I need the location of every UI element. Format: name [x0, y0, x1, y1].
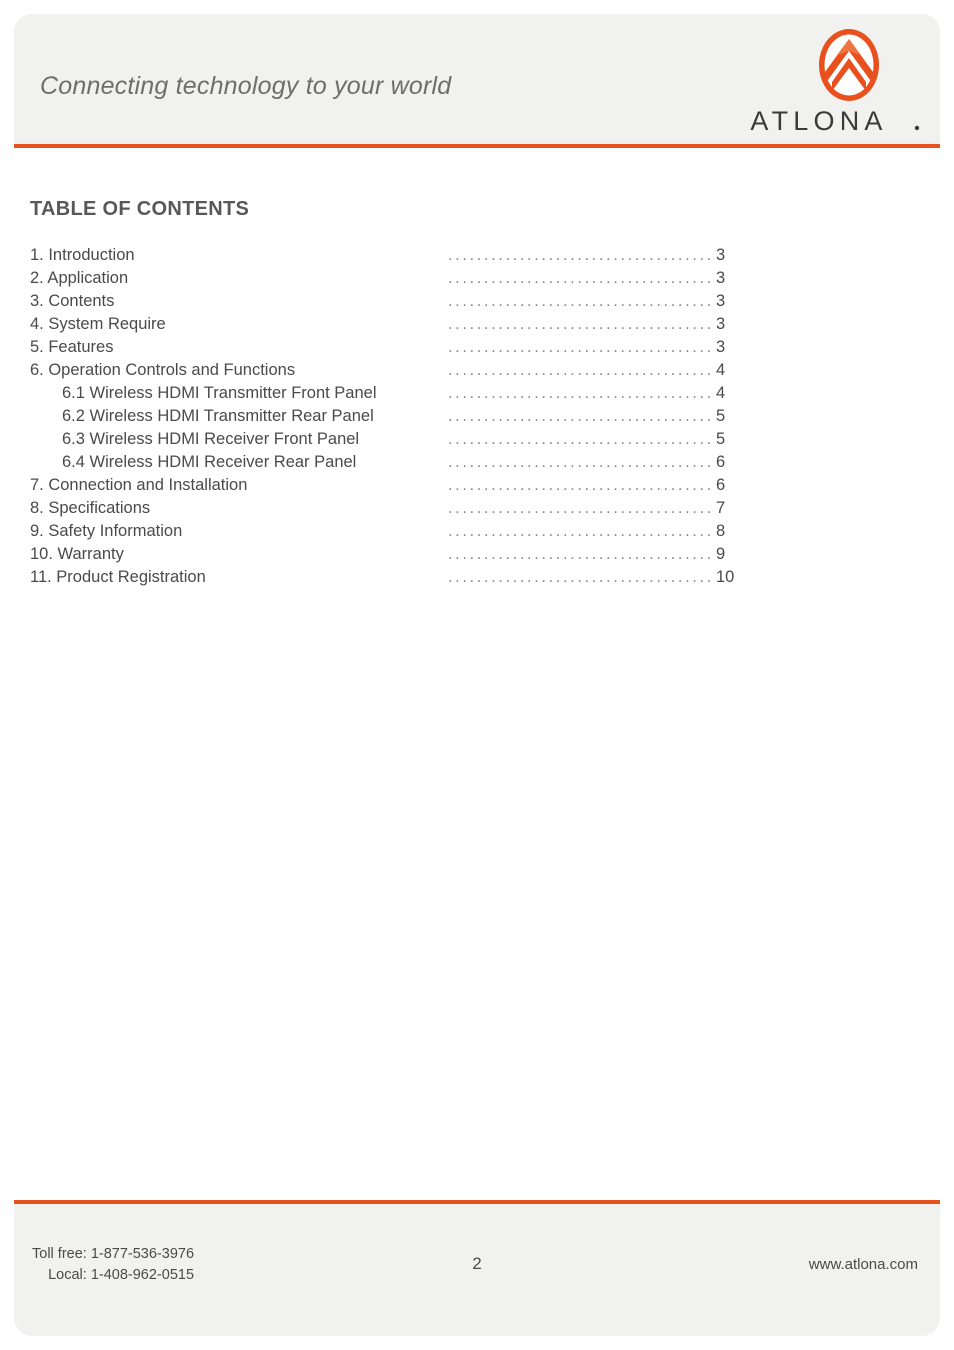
toc-entry-label: 8. Specifications — [30, 499, 151, 517]
page-body: TABLE OF CONTENTS 1. Introduction.......… — [14, 148, 940, 1200]
tagline: Connecting technology to your world — [40, 72, 452, 100]
toc-entry[interactable]: 3. Contents.............................… — [30, 290, 744, 313]
toc-leader-dots: ........................................… — [448, 407, 710, 425]
toc-entry[interactable]: 7. Connection and Installation..........… — [30, 474, 744, 497]
toc-entry[interactable]: 6.2 Wireless HDMI Transmitter Rear Panel… — [30, 405, 744, 428]
toc-entry-label: 5. Features — [30, 338, 114, 356]
toc-entry-page: 9 — [716, 545, 726, 563]
toc-entry[interactable]: 6. Operation Controls and Functions.....… — [30, 359, 744, 382]
toc-entry-label: 4. System Require — [30, 315, 166, 333]
toc-entry-label: 2. Application — [30, 269, 129, 287]
svg-text:ATLONA: ATLONA — [750, 106, 887, 136]
toc-leader-dots: ........................................… — [448, 384, 710, 402]
brand-logo: ATLONA — [714, 24, 924, 146]
atlona-wordmark: ATLONA — [750, 106, 920, 136]
toc-entry-label: 3. Contents — [30, 292, 115, 310]
toc-leader-dots: ........................................… — [448, 292, 710, 310]
toc-leader-dots: ........................................… — [448, 476, 710, 494]
toc-entry-page: 7 — [716, 499, 726, 517]
toc-entry-page: 6 — [716, 476, 726, 494]
toc-entry-page: 3 — [716, 338, 726, 356]
page-footer: Toll free: 1-877-536-3976 Local: 1-408-9… — [14, 1204, 940, 1336]
toc-entry-label: 6.1 Wireless HDMI Transmitter Front Pane… — [62, 384, 377, 402]
toc-entry-label: 6.4 Wireless HDMI Receiver Rear Panel — [62, 453, 357, 471]
toc-entry[interactable]: 2. Application..........................… — [30, 267, 744, 290]
toc-entry[interactable]: 9. Safety Information...................… — [30, 520, 744, 543]
toc-entry-page: 4 — [716, 361, 726, 379]
toc-entry-label: 1. Introduction — [30, 246, 135, 264]
toc-entry-page: 3 — [716, 292, 726, 310]
toc-entry[interactable]: 1. Introduction.........................… — [30, 244, 744, 267]
toc-entry-label: 6.2 Wireless HDMI Transmitter Rear Panel — [62, 407, 374, 425]
toc-entry-page: 3 — [716, 315, 726, 333]
toc-leader-dots: ........................................… — [448, 453, 710, 471]
toc-entry-label: 6.3 Wireless HDMI Receiver Front Panel — [62, 430, 360, 448]
toc-entry-label: 11. Product Registration — [30, 568, 206, 586]
website-url: www.atlona.com — [808, 1256, 918, 1273]
toc-entry-page: 6 — [716, 453, 726, 471]
toc-entry[interactable]: 10. Warranty............................… — [30, 543, 744, 566]
toc-entry-label: 6. Operation Controls and Functions — [30, 361, 296, 379]
table-of-contents-list: 1. Introduction.........................… — [30, 244, 744, 589]
page-number: 2 — [472, 1254, 482, 1273]
toc-entry-page: 10 — [716, 568, 735, 586]
toc-entry[interactable]: 6.1 Wireless HDMI Transmitter Front Pane… — [30, 382, 744, 405]
toc-leader-dots: ........................................… — [448, 269, 710, 287]
toc-leader-dots: ........................................… — [448, 568, 710, 586]
toc-leader-dots: ........................................… — [448, 315, 710, 333]
toc-entry-page: 3 — [716, 269, 726, 287]
toc-entry[interactable]: 6.3 Wireless HDMI Receiver Front Panel..… — [30, 428, 744, 451]
toc-entry-label: 10. Warranty — [30, 545, 124, 563]
toc-entry-page: 8 — [716, 522, 726, 540]
toc-leader-dots: ........................................… — [448, 499, 710, 517]
toc-entry[interactable]: 6.4 Wireless HDMI Receiver Rear Panel...… — [30, 451, 744, 474]
toc-entry-page: 5 — [716, 407, 726, 425]
toc-entry[interactable]: 8. Specifications.......................… — [30, 497, 744, 520]
toc-leader-dots: ........................................… — [448, 338, 710, 356]
toc-entry[interactable]: 5. Features.............................… — [30, 336, 744, 359]
toc-entry[interactable]: 11. Product Registration................… — [30, 566, 744, 589]
page-header: Connecting technology to your world ATLO… — [14, 14, 940, 144]
toc-leader-dots: ........................................… — [448, 246, 710, 264]
atlona-chevron-logo-icon — [819, 29, 879, 101]
toc-leader-dots: ........................................… — [448, 545, 710, 563]
toc-entry-label: 7. Connection and Installation — [30, 476, 248, 494]
toc-leader-dots: ........................................… — [448, 430, 710, 448]
toc-entry-page: 3 — [716, 246, 726, 264]
toc-entry[interactable]: 4. System Require.......................… — [30, 313, 744, 336]
toc-leader-dots: ........................................… — [448, 522, 710, 540]
toc-leader-dots: ........................................… — [448, 361, 710, 379]
document-page: Connecting technology to your world ATLO… — [14, 14, 940, 1336]
toc-entry-label: 9. Safety Information — [30, 522, 183, 540]
toc-entry-page: 4 — [716, 384, 726, 402]
toc-entry-page: 5 — [716, 430, 726, 448]
page-title: TABLE OF CONTENTS — [30, 198, 250, 220]
